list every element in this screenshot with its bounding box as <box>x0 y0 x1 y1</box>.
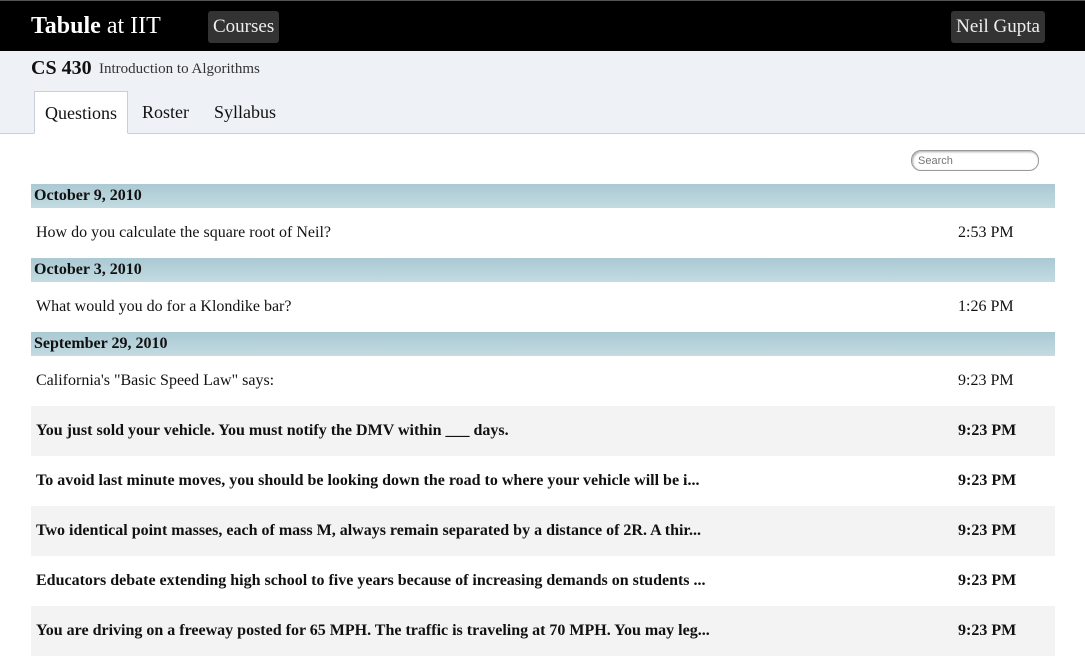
course-header: CS 430 Introduction to Algorithms Questi… <box>0 51 1085 134</box>
question-text: You just sold your vehicle. You must not… <box>36 422 509 439</box>
question-text: Educators debate extending high school t… <box>36 572 706 589</box>
question-text: What would you do for a Klondike bar? <box>36 298 292 315</box>
question-text: How do you calculate the square root of … <box>36 224 332 241</box>
brand-logo[interactable]: Tabule at IIT <box>31 13 161 40</box>
date-header: September 29, 2010 <box>31 332 1055 356</box>
brand-name: Tabule <box>31 13 101 39</box>
question-time: 9:23 PM <box>958 522 1017 539</box>
question-row[interactable]: You just sold your vehicle. You must not… <box>31 406 1055 456</box>
question-text: To avoid last minute moves, you should b… <box>36 472 700 489</box>
question-row[interactable]: California's "Basic Speed Law" says: 9:2… <box>31 356 1055 406</box>
question-time: 9:23 PM <box>958 422 1017 439</box>
question-row[interactable]: To avoid last minute moves, you should b… <box>31 456 1055 506</box>
user-menu-button[interactable]: Neil Gupta <box>951 11 1045 43</box>
question-text: You are driving on a freeway posted for … <box>36 622 710 639</box>
date-header: October 3, 2010 <box>31 258 1055 282</box>
question-row[interactable]: How do you calculate the square root of … <box>31 208 1055 258</box>
tab-syllabus[interactable]: Syllabus <box>204 91 286 134</box>
question-time: 9:23 PM <box>958 572 1017 589</box>
question-row[interactable]: You are driving on a freeway posted for … <box>31 606 1055 656</box>
question-time: 9:23 PM <box>958 622 1017 639</box>
question-text: California's "Basic Speed Law" says: <box>36 372 275 389</box>
brand-suffix: at IIT <box>100 13 161 39</box>
date-header: October 9, 2010 <box>31 184 1055 208</box>
question-list: October 9, 2010 How do you calculate the… <box>31 184 1055 656</box>
question-time: 2:53 PM <box>958 224 1014 241</box>
question-time: 9:23 PM <box>958 372 1014 389</box>
course-name: Introduction to Algorithms <box>99 61 260 77</box>
tab-roster[interactable]: Roster <box>132 91 199 134</box>
question-time: 1:26 PM <box>958 298 1014 315</box>
search-input[interactable] <box>911 150 1039 171</box>
question-row[interactable]: What would you do for a Klondike bar? 1:… <box>31 282 1055 332</box>
courses-button[interactable]: Courses <box>208 11 280 43</box>
question-text: Two identical point masses, each of mass… <box>36 522 702 539</box>
top-navbar: Tabule at IIT Courses Neil Gupta <box>0 0 1085 51</box>
tab-questions[interactable]: Questions <box>34 91 128 134</box>
question-row[interactable]: Educators debate extending high school t… <box>31 556 1055 606</box>
question-time: 9:23 PM <box>958 472 1017 489</box>
question-row[interactable]: Two identical point masses, each of mass… <box>31 506 1055 556</box>
course-code: CS 430 <box>31 57 92 79</box>
